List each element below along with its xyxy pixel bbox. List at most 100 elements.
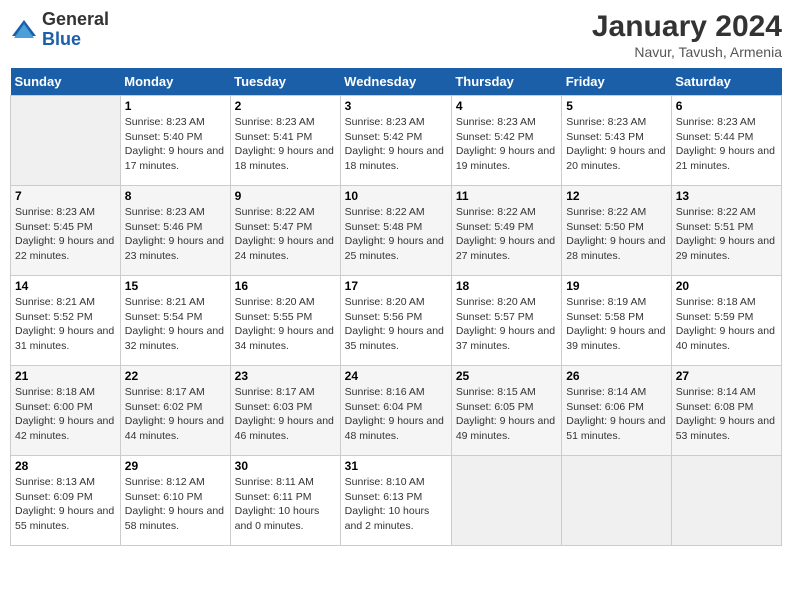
day-cell: 23 Sunrise: 8:17 AMSunset: 6:03 PMDayligh…	[230, 366, 340, 456]
day-cell: 15Sunrise: 8:21 AMSunset: 5:54 PMDayligh…	[120, 276, 230, 366]
day-number: 7	[15, 189, 116, 203]
day-info: Sunrise: 8:21 AMSunset: 5:52 PMDaylight:…	[15, 295, 116, 354]
day-number: 25	[456, 369, 557, 383]
day-info: Sunrise: 8:23 AMSunset: 5:40 PMDaylight:…	[125, 115, 226, 174]
day-number: 26	[566, 369, 666, 383]
day-cell: 28Sunrise: 8:13 AMSunset: 6:09 PMDayligh…	[11, 456, 121, 546]
day-number: 12	[566, 189, 666, 203]
day-info: Sunrise: 8:12 AMSunset: 6:10 PMDaylight:…	[125, 475, 226, 534]
day-cell: 8Sunrise: 8:23 AMSunset: 5:46 PMDaylight…	[120, 186, 230, 276]
day-cell: 14Sunrise: 8:21 AMSunset: 5:52 PMDayligh…	[11, 276, 121, 366]
day-info: Sunrise: 8:17 AMSunset: 6:03 PMDaylight:…	[235, 385, 336, 444]
day-cell: 22 Sunrise: 8:17 AMSunset: 6:02 PMDayligh…	[120, 366, 230, 456]
day-cell: 19 Sunrise: 8:19 AMSunset: 5:58 PMDayligh…	[562, 276, 671, 366]
month-year: January 2024	[592, 10, 782, 44]
day-cell: 3 Sunrise: 8:23 AMSunset: 5:42 PMDaylight…	[340, 96, 451, 186]
day-info: Sunrise: 8:16 AMSunset: 6:04 PMDaylight:…	[345, 385, 447, 444]
day-number: 10	[345, 189, 447, 203]
day-info: Sunrise: 8:17 AMSunset: 6:02 PMDaylight:…	[125, 385, 226, 444]
day-number: 8	[125, 189, 226, 203]
day-cell: 11Sunrise: 8:22 AMSunset: 5:49 PMDayligh…	[451, 186, 561, 276]
weekday-header-saturday: Saturday	[671, 68, 781, 96]
day-info: Sunrise: 8:22 AMSunset: 5:49 PMDaylight:…	[456, 205, 557, 264]
weekday-header-monday: Monday	[120, 68, 230, 96]
day-cell: 4 Sunrise: 8:23 AMSunset: 5:42 PMDaylight…	[451, 96, 561, 186]
day-number: 24	[345, 369, 447, 383]
week-row-1: 1 Sunrise: 8:23 AMSunset: 5:40 PMDaylight…	[11, 96, 782, 186]
day-number: 22	[125, 369, 226, 383]
day-info: Sunrise: 8:15 AMSunset: 6:05 PMDaylight:…	[456, 385, 557, 444]
day-info: Sunrise: 8:22 AMSunset: 5:51 PMDaylight:…	[676, 205, 777, 264]
day-number: 3	[345, 99, 447, 113]
day-info: Sunrise: 8:23 AMSunset: 5:43 PMDaylight:…	[566, 115, 666, 174]
day-info: Sunrise: 8:18 AMSunset: 6:00 PMDaylight:…	[15, 385, 116, 444]
week-row-2: 7 Sunrise: 8:23 AMSunset: 5:45 PMDaylight…	[11, 186, 782, 276]
logo-icon	[10, 16, 38, 44]
day-number: 19	[566, 279, 666, 293]
day-cell: 26 Sunrise: 8:14 AMSunset: 6:06 PMDayligh…	[562, 366, 671, 456]
day-info: Sunrise: 8:23 AMSunset: 5:42 PMDaylight:…	[456, 115, 557, 174]
weekday-header-row: SundayMondayTuesdayWednesdayThursdayFrid…	[11, 68, 782, 96]
day-number: 17	[345, 279, 447, 293]
header: General Blue January 2024 Navur, Tavush,…	[10, 10, 782, 60]
day-number: 1	[125, 99, 226, 113]
day-info: Sunrise: 8:14 AMSunset: 6:06 PMDaylight:…	[566, 385, 666, 444]
week-row-4: 21Sunrise: 8:18 AMSunset: 6:00 PMDayligh…	[11, 366, 782, 456]
day-number: 29	[125, 459, 226, 473]
day-number: 23	[235, 369, 336, 383]
day-cell: 12Sunrise: 8:22 AMSunset: 5:50 PMDayligh…	[562, 186, 671, 276]
day-info: Sunrise: 8:20 AMSunset: 5:57 PMDaylight:…	[456, 295, 557, 354]
day-cell: 13 Sunrise: 8:22 AMSunset: 5:51 PMDayligh…	[671, 186, 781, 276]
day-cell: 5Sunrise: 8:23 AMSunset: 5:43 PMDaylight…	[562, 96, 671, 186]
day-cell: 25 Sunrise: 8:15 AMSunset: 6:05 PMDayligh…	[451, 366, 561, 456]
title-block: January 2024 Navur, Tavush, Armenia	[592, 10, 782, 60]
day-cell: 17 Sunrise: 8:20 AMSunset: 5:56 PMDayligh…	[340, 276, 451, 366]
day-cell: 29 Sunrise: 8:12 AMSunset: 6:10 PMDayligh…	[120, 456, 230, 546]
week-row-3: 14Sunrise: 8:21 AMSunset: 5:52 PMDayligh…	[11, 276, 782, 366]
day-info: Sunrise: 8:20 AMSunset: 5:56 PMDaylight:…	[345, 295, 447, 354]
day-cell: 31Sunrise: 8:10 AMSunset: 6:13 PMDayligh…	[340, 456, 451, 546]
weekday-header-tuesday: Tuesday	[230, 68, 340, 96]
day-cell	[562, 456, 671, 546]
weekday-header-sunday: Sunday	[11, 68, 121, 96]
week-row-5: 28Sunrise: 8:13 AMSunset: 6:09 PMDayligh…	[11, 456, 782, 546]
day-number: 20	[676, 279, 777, 293]
day-info: Sunrise: 8:20 AMSunset: 5:55 PMDaylight:…	[235, 295, 336, 354]
weekday-header-wednesday: Wednesday	[340, 68, 451, 96]
day-number: 6	[676, 99, 777, 113]
day-cell: 10Sunrise: 8:22 AMSunset: 5:48 PMDayligh…	[340, 186, 451, 276]
day-cell	[671, 456, 781, 546]
day-info: Sunrise: 8:21 AMSunset: 5:54 PMDaylight:…	[125, 295, 226, 354]
day-cell: 2Sunrise: 8:23 AMSunset: 5:41 PMDaylight…	[230, 96, 340, 186]
day-cell: 1 Sunrise: 8:23 AMSunset: 5:40 PMDaylight…	[120, 96, 230, 186]
day-number: 4	[456, 99, 557, 113]
day-cell: 24 Sunrise: 8:16 AMSunset: 6:04 PMDayligh…	[340, 366, 451, 456]
day-info: Sunrise: 8:23 AMSunset: 5:45 PMDaylight:…	[15, 205, 116, 264]
day-info: Sunrise: 8:19 AMSunset: 5:58 PMDaylight:…	[566, 295, 666, 354]
day-cell: 20Sunrise: 8:18 AMSunset: 5:59 PMDayligh…	[671, 276, 781, 366]
day-cell	[451, 456, 561, 546]
day-info: Sunrise: 8:22 AMSunset: 5:47 PMDaylight:…	[235, 205, 336, 264]
day-number: 27	[676, 369, 777, 383]
day-number: 16	[235, 279, 336, 293]
day-number: 2	[235, 99, 336, 113]
day-cell: 7 Sunrise: 8:23 AMSunset: 5:45 PMDaylight…	[11, 186, 121, 276]
logo-text: General Blue	[42, 10, 109, 50]
day-number: 30	[235, 459, 336, 473]
weekday-header-thursday: Thursday	[451, 68, 561, 96]
day-cell: 27Sunrise: 8:14 AMSunset: 6:08 PMDayligh…	[671, 366, 781, 456]
day-cell	[11, 96, 121, 186]
day-number: 9	[235, 189, 336, 203]
day-cell: 6Sunrise: 8:23 AMSunset: 5:44 PMDaylight…	[671, 96, 781, 186]
weekday-header-friday: Friday	[562, 68, 671, 96]
day-cell: 30 Sunrise: 8:11 AMSunset: 6:11 PMDayligh…	[230, 456, 340, 546]
day-number: 31	[345, 459, 447, 473]
day-info: Sunrise: 8:11 AMSunset: 6:11 PMDaylight:…	[235, 475, 336, 534]
day-number: 13	[676, 189, 777, 203]
day-cell: 18 Sunrise: 8:20 AMSunset: 5:57 PMDayligh…	[451, 276, 561, 366]
day-number: 18	[456, 279, 557, 293]
day-info: Sunrise: 8:23 AMSunset: 5:42 PMDaylight:…	[345, 115, 447, 174]
calendar-table: SundayMondayTuesdayWednesdayThursdayFrid…	[10, 68, 782, 546]
day-cell: 9 Sunrise: 8:22 AMSunset: 5:47 PMDaylight…	[230, 186, 340, 276]
day-number: 28	[15, 459, 116, 473]
